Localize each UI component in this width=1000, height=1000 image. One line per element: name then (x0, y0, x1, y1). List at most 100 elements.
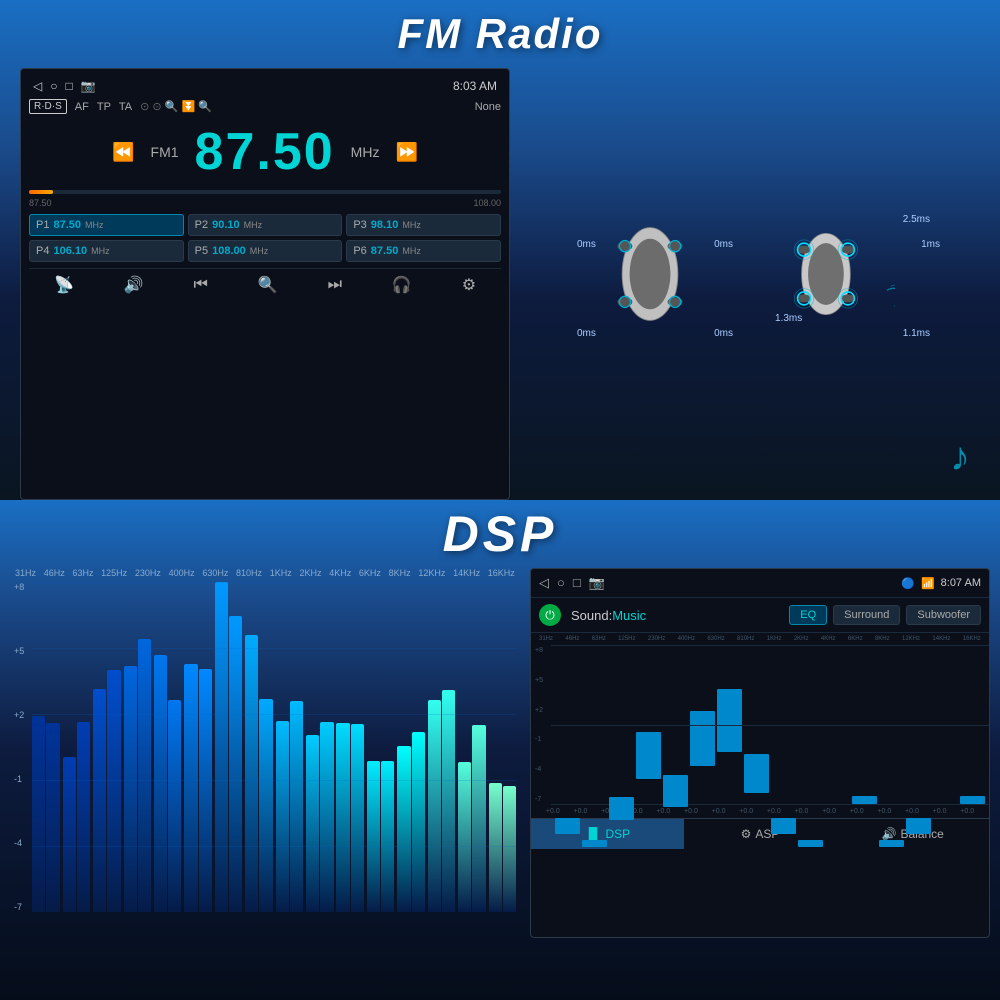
eq-bar-14-1 (472, 725, 485, 912)
sound-mode: Music (612, 608, 646, 623)
small-eq-bar-3 (636, 732, 661, 779)
db-val-15: +0.0 (960, 808, 974, 815)
eq-bar-8-0 (276, 721, 289, 912)
sm-db8: +8 (535, 647, 543, 654)
prev-track-icon[interactable]: ⏮ (194, 276, 208, 294)
car1-bl: 0ms (577, 328, 596, 339)
small-eq-bar-6 (717, 689, 742, 752)
db-val-6: +0.0 (712, 808, 726, 815)
dsp-home-icon[interactable]: ○ (557, 575, 565, 591)
cast-icon[interactable]: 📡 (54, 275, 74, 295)
preset-label: P6 (353, 245, 366, 257)
small-eq-bar-1 (582, 840, 607, 848)
preset-label: P4 (36, 245, 49, 257)
eq-bar-group-12 (397, 582, 424, 912)
dsp-tab[interactable]: ▐▌ DSP (531, 819, 684, 849)
car2-tr: 1ms (921, 239, 940, 250)
preset-p2[interactable]: P2 90.10 MHz (188, 214, 343, 236)
eq-freq-labels: 31Hz 46Hz 63Hz 125Hz 230Hz 400Hz 630Hz 8… (10, 568, 520, 578)
preset-p6[interactable]: P6 87.50 MHz (346, 240, 501, 262)
scan-icon[interactable]: 🔍 (258, 275, 278, 295)
small-eq-bar-13 (906, 818, 931, 834)
eq-bar-group-0 (32, 582, 59, 912)
dsp-recent-icon[interactable]: □ (573, 575, 581, 591)
db-minus1: -1 (14, 774, 24, 784)
eq-bar-5-0 (184, 664, 197, 912)
eq-label-4k: 4KHz (329, 568, 351, 578)
eq-bar-1-1 (77, 722, 90, 912)
small-db-labels: +8 +5 +2 -1 -4 -7 (531, 645, 547, 805)
next-arrow[interactable]: ⏩ (395, 142, 417, 163)
db-plus8: +8 (14, 582, 24, 592)
equalizer-icon[interactable]: ⚙ (462, 275, 476, 295)
eq-bar-1-0 (63, 757, 76, 912)
subwoofer-tab-button[interactable]: Subwoofer (906, 605, 981, 625)
search-none-label: None (475, 101, 501, 113)
preset-p3[interactable]: P3 98.10 MHz (346, 214, 501, 236)
eq-bar-group-2 (93, 582, 120, 912)
presets-grid: P1 87.50 MHz P2 90.10 MHz P3 98.10 MHz P… (29, 214, 501, 262)
sound-text: Sound: (571, 608, 612, 623)
preset-p1[interactable]: P1 87.50 MHz (29, 214, 184, 236)
s-label-12k: 12KHz (902, 636, 920, 642)
headphone-icon[interactable]: 🎧 (392, 275, 412, 295)
dsp-screen: ◁ ○ □ 📷 🔵 📶 8:07 AM ⏻ Sound:Music (530, 568, 990, 938)
dsp-title: DSP (443, 505, 558, 563)
home-icon[interactable]: ○ (50, 79, 57, 93)
eq-label-630: 630Hz (202, 568, 228, 578)
status-bar: ◁ ○ □ 📷 8:03 AM (29, 77, 501, 95)
eq-label-125: 125Hz (101, 568, 127, 578)
nav-icons: ◁ ○ □ 📷 (33, 79, 96, 93)
fm-frequency: 87.50 (195, 122, 335, 182)
dsp-back-icon[interactable]: ◁ (539, 575, 549, 591)
eq-label-2k: 2KHz (299, 568, 321, 578)
car-surround-diagram: 0ms 0ms 0ms 0ms (530, 68, 980, 500)
back-icon[interactable]: ◁ (33, 79, 42, 93)
fm-radio-title: FM Radio (398, 10, 603, 58)
eq-label-14k: 14KHz (453, 568, 480, 578)
surround-tab-button[interactable]: Surround (833, 605, 900, 625)
db-val-0: +0.0 (546, 808, 560, 815)
tp-btn[interactable]: TP (97, 101, 111, 113)
af-btn[interactable]: AF (75, 101, 89, 113)
sm-db5: +5 (535, 677, 543, 684)
preset-unit-5: MHz (250, 246, 269, 256)
small-eq-bar-0 (555, 818, 580, 834)
s-label-1k: 1KHz (767, 636, 782, 642)
prev-arrow[interactable]: ⏪ (112, 142, 134, 163)
eq-background: 31Hz 46Hz 63Hz 125Hz 230Hz 400Hz 630Hz 8… (10, 568, 520, 948)
eq-bar-9-0 (306, 735, 319, 912)
fm-label: FM1 (151, 144, 179, 160)
dsp-section: DSP 31Hz 46Hz 63Hz 125Hz 230Hz 400Hz 630… (0, 500, 1000, 1000)
frequency-row: ⏪ FM1 87.50 MHz ⏩ (29, 122, 501, 182)
preset-unit-2: MHz (244, 220, 263, 230)
next-track-icon[interactable]: ⏭ (328, 276, 342, 294)
eq-label-810: 810Hz (236, 568, 262, 578)
volume-icon[interactable]: 🔊 (124, 275, 144, 295)
recent-icon[interactable]: □ (65, 79, 72, 93)
eq-label-16k: 16KHz (488, 568, 515, 578)
s-label-6k: 6KHz (848, 636, 863, 642)
frequency-slider[interactable] (29, 190, 501, 194)
fm-controls: 📡 🔊 ⏮ 🔍 ⏭ 🎧 ⚙ (29, 268, 501, 295)
eq-bar-group-11 (367, 582, 394, 912)
dsp-tab-buttons: EQ Surround Subwoofer (789, 605, 981, 625)
eq-bar-2-0 (93, 689, 106, 912)
db-val-12: +0.0 (877, 808, 891, 815)
eq-bar-7-1 (259, 699, 272, 912)
s-label-400: 400Hz (678, 636, 695, 642)
dsp-content-area: 31Hz 46Hz 63Hz 125Hz 230Hz 400Hz 630Hz 8… (0, 568, 1000, 1000)
small-eq-bar-5 (690, 711, 715, 766)
ta-btn[interactable]: TA (119, 101, 132, 113)
db-val-8: +0.0 (767, 808, 781, 815)
eq-tab-button[interactable]: EQ (789, 605, 827, 625)
preset-freq-6: 87.50 (371, 245, 399, 257)
preset-label: P1 (36, 219, 49, 231)
options-icons: ⊙ ⊙ 🔍 ⏬ 🔍 (140, 100, 212, 113)
eq-bar-12-0 (397, 746, 410, 912)
preset-p4[interactable]: P4 106.10 MHz (29, 240, 184, 262)
preset-p5[interactable]: P5 108.00 MHz (188, 240, 343, 262)
eq-bar-13-1 (442, 690, 455, 912)
s-label-8k: 8KHz (875, 636, 890, 642)
power-button[interactable]: ⏻ (539, 604, 561, 626)
